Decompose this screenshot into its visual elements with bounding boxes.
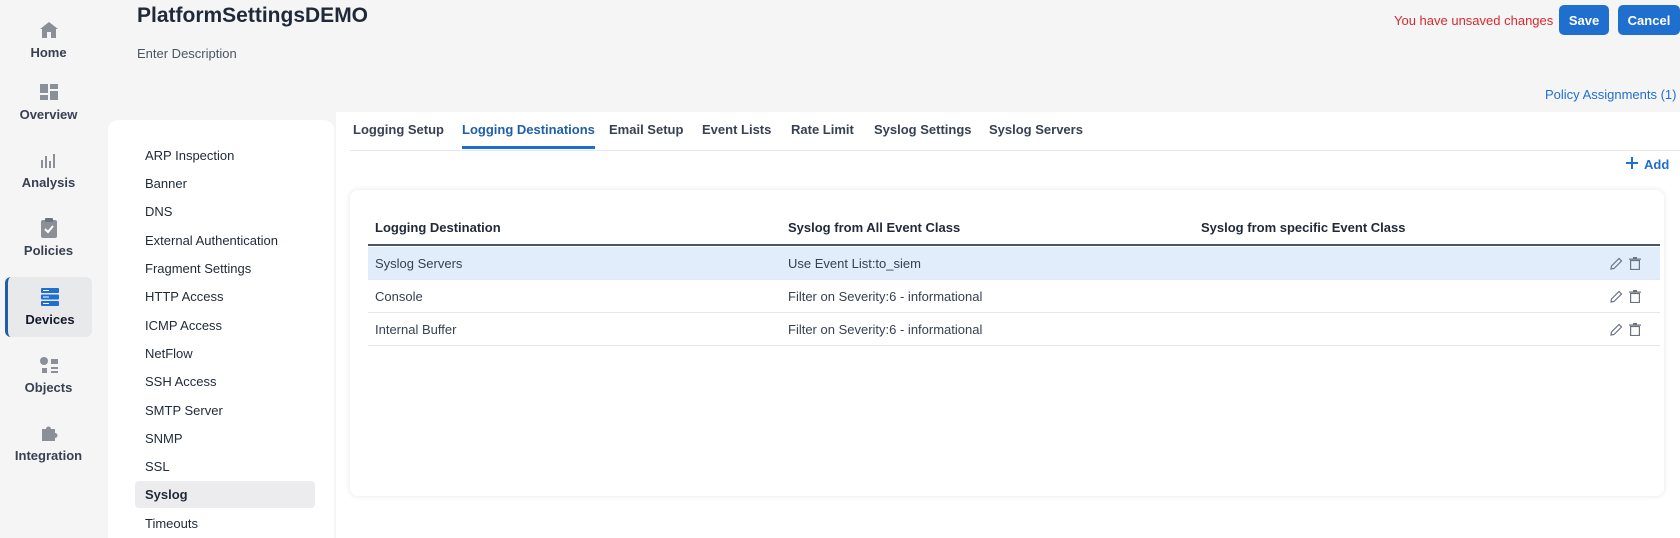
tab-email-setup[interactable]: Email Setup	[609, 122, 683, 146]
settings-item-banner[interactable]: Banner	[135, 170, 315, 197]
description-field[interactable]: Enter Description	[137, 46, 237, 61]
server-icon	[40, 287, 60, 307]
tab-event-lists[interactable]: Event Lists	[702, 122, 771, 146]
policy-assignments-link[interactable]: Policy Assignments (1)	[1545, 87, 1677, 102]
delete-icon[interactable]	[1627, 288, 1643, 304]
delete-icon[interactable]	[1627, 321, 1643, 337]
page-title: PlatformSettingsDEMO	[137, 4, 369, 27]
delete-icon[interactable]	[1627, 255, 1643, 271]
nav-item-integration[interactable]: Integration	[5, 413, 92, 473]
column-header-logging-destination[interactable]: Logging Destination	[375, 220, 501, 235]
tab-rate-limit[interactable]: Rate Limit	[791, 122, 854, 146]
settings-item-fragment-settings[interactable]: Fragment Settings	[135, 255, 315, 282]
nav-item-analysis[interactable]: Analysis	[5, 140, 92, 200]
settings-list: ARP Inspection Banner DNS External Authe…	[108, 120, 334, 538]
cell-all-event-class: Filter on Severity:6 - informational	[788, 289, 983, 304]
nav-label-devices: Devices	[25, 312, 75, 327]
table-row[interactable]: Console Filter on Severity:6 - informati…	[368, 280, 1660, 313]
column-header-specific-event-class[interactable]: Syslog from specific Event Class	[1201, 220, 1405, 235]
edit-icon[interactable]	[1608, 321, 1624, 337]
tab-logging-destinations[interactable]: Logging Destinations	[462, 122, 595, 149]
cell-logging-destination: Console	[375, 289, 423, 304]
nav-label-analysis: Analysis	[21, 175, 76, 190]
nav-label-integration: Integration	[14, 448, 83, 463]
edit-icon[interactable]	[1608, 288, 1624, 304]
nav-label-objects: Objects	[24, 380, 73, 395]
tab-syslog-settings[interactable]: Syslog Settings	[874, 122, 972, 146]
add-label: Add	[1644, 157, 1670, 172]
settings-item-arp-inspection[interactable]: ARP Inspection	[135, 142, 315, 169]
settings-item-icmp-access[interactable]: ICMP Access	[135, 312, 315, 339]
column-header-all-event-class[interactable]: Syslog from All Event Class	[788, 220, 960, 235]
settings-item-netflow[interactable]: NetFlow	[135, 340, 315, 367]
bar-chart-icon	[39, 150, 59, 170]
settings-item-external-authentication[interactable]: External Authentication	[135, 227, 315, 254]
nav-item-objects[interactable]: Objects	[5, 345, 92, 405]
settings-item-http-access[interactable]: HTTP Access	[135, 283, 315, 310]
nav-label-policies: Policies	[23, 243, 74, 258]
table-row[interactable]: Internal Buffer Filter on Severity:6 - i…	[368, 313, 1660, 346]
puzzle-icon	[39, 423, 59, 443]
left-nav: Home Overview Analysis Policies Devices …	[0, 0, 96, 538]
settings-item-ssh-access[interactable]: SSH Access	[135, 368, 315, 395]
settings-item-snmp[interactable]: SNMP	[135, 425, 315, 452]
clipboard-check-icon	[39, 218, 59, 238]
settings-item-timeouts[interactable]: Timeouts	[135, 510, 315, 537]
nav-label-overview: Overview	[19, 107, 78, 122]
home-icon	[39, 20, 59, 40]
shapes-icon	[39, 355, 59, 375]
settings-item-syslog[interactable]: Syslog	[135, 481, 315, 508]
settings-item-dns[interactable]: DNS	[135, 198, 315, 225]
cell-logging-destination: Syslog Servers	[375, 256, 463, 271]
edit-icon[interactable]	[1608, 255, 1624, 271]
nav-label-home: Home	[30, 45, 67, 60]
main-panel: Logging Setup Logging Destinations Email…	[336, 112, 1680, 538]
cell-all-event-class: Filter on Severity:6 - informational	[788, 322, 983, 337]
plus-icon	[1626, 157, 1638, 172]
tab-logging-setup[interactable]: Logging Setup	[353, 122, 444, 146]
cell-all-event-class: Use Event List:to_siem	[788, 256, 921, 271]
save-button[interactable]: Save	[1559, 5, 1609, 35]
nav-item-overview[interactable]: Overview	[5, 72, 92, 132]
settings-item-smtp-server[interactable]: SMTP Server	[135, 397, 315, 424]
cancel-button[interactable]: Cancel	[1618, 5, 1680, 35]
nav-item-policies[interactable]: Policies	[5, 208, 92, 268]
nav-item-home[interactable]: Home	[5, 10, 92, 70]
cell-logging-destination: Internal Buffer	[375, 322, 457, 337]
settings-item-ssl[interactable]: SSL	[135, 453, 315, 480]
table-header: Logging Destination Syslog from All Even…	[368, 212, 1660, 246]
tab-syslog-servers[interactable]: Syslog Servers	[989, 122, 1083, 146]
unsaved-changes-text: You have unsaved changes	[1394, 13, 1554, 28]
table-row[interactable]: Syslog Servers Use Event List:to_siem	[368, 247, 1660, 280]
logging-destinations-table: Logging Destination Syslog from All Even…	[350, 190, 1664, 496]
nav-item-devices[interactable]: Devices	[5, 277, 92, 337]
add-button[interactable]: Add	[1626, 157, 1669, 172]
dashboard-icon	[39, 82, 59, 102]
tab-bar: Logging Setup Logging Destinations Email…	[350, 112, 1680, 151]
